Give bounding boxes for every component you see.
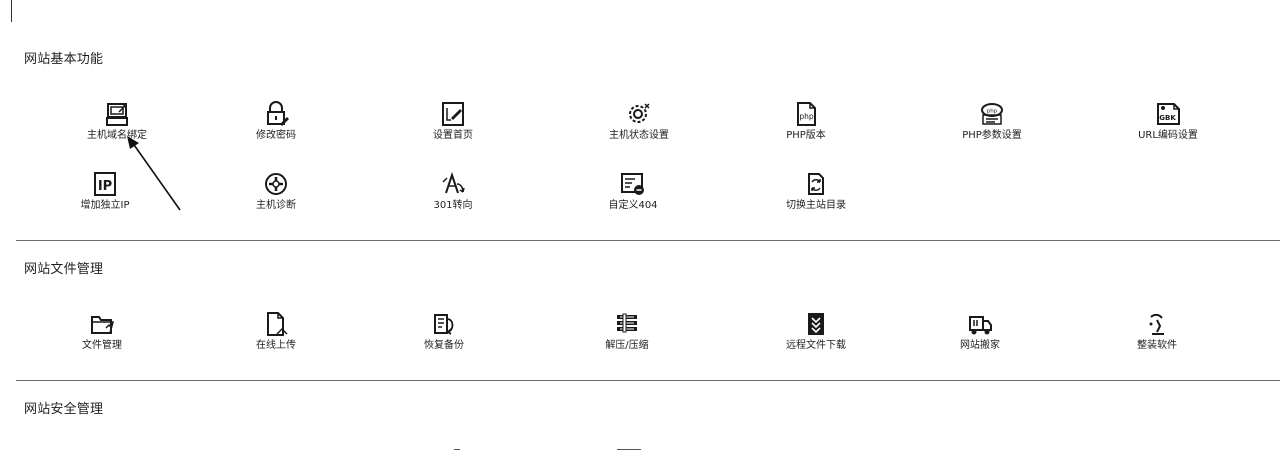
archive-icon	[613, 310, 641, 338]
tile-switch-main-directory[interactable]: 切换主站目录	[761, 170, 871, 216]
php-file-icon: php	[792, 100, 820, 128]
ip-icon: IP	[91, 170, 119, 198]
tile-restore-backup[interactable]: 恢复备份	[389, 310, 499, 356]
svg-text:php: php	[987, 109, 998, 115]
annotation-arrow	[127, 136, 181, 211]
tile-label: 切换主站目录	[786, 200, 846, 211]
software-package-icon	[1143, 310, 1171, 338]
switch-directory-icon	[802, 170, 830, 198]
tile-remote-file-download[interactable]: 远程文件下载	[761, 310, 871, 356]
tile-label: 网站搬家	[960, 340, 1000, 351]
tile-label: PHP参数设置	[962, 130, 1022, 141]
svg-text:php: php	[799, 112, 814, 121]
section-title-basic-functions: 网站基本功能	[24, 52, 104, 67]
tile-label: 自定义404	[608, 200, 658, 211]
tile-file-manager[interactable]: 文件管理	[47, 310, 157, 356]
tile-label: URL编码设置	[1138, 130, 1198, 141]
tile-change-password[interactable]: 修改密码	[221, 100, 331, 146]
tile-extract-compress[interactable]: 解压/压缩	[572, 310, 682, 356]
tile-label: 解压/压缩	[605, 340, 649, 351]
text-cursor	[11, 0, 12, 22]
folder-icon	[88, 310, 116, 338]
tile-set-homepage[interactable]: 设置首页	[398, 100, 508, 146]
tile-label: 恢复备份	[424, 340, 464, 351]
tile-label: 主机诊断	[256, 200, 296, 211]
section-title-file-management: 网站文件管理	[24, 262, 104, 277]
section-title-security-management: 网站安全管理	[24, 402, 104, 417]
tile-label: 文件管理	[82, 340, 122, 351]
redirect-icon	[439, 170, 467, 198]
hosting-control-panel: 网站基本功能 主机域名绑定 修改密码 设置首页 主机状态设置 php PHP版本…	[0, 0, 1280, 451]
host-domain-bind-icon	[103, 100, 131, 128]
tile-host-status-settings[interactable]: 主机状态设置	[584, 100, 694, 146]
tile-php-version[interactable]: php PHP版本	[751, 100, 861, 146]
tile-label: 远程文件下载	[786, 340, 846, 351]
backup-restore-icon	[430, 310, 458, 338]
moving-truck-icon	[966, 310, 994, 338]
upload-file-icon	[262, 310, 290, 338]
svg-text:IP: IP	[98, 179, 112, 194]
tile-label: 301转向	[433, 200, 473, 211]
tile-label: 在线上传	[256, 340, 296, 351]
partial-icon-edge	[454, 449, 460, 450]
tile-custom-404[interactable]: 自定义404	[578, 170, 688, 216]
password-lock-icon	[262, 100, 290, 128]
tile-online-upload[interactable]: 在线上传	[221, 310, 331, 356]
php-parameters-icon: php	[978, 100, 1006, 128]
section-divider	[16, 240, 1280, 241]
tile-301-redirect[interactable]: 301转向	[398, 170, 508, 216]
section-divider	[16, 380, 1280, 381]
homepage-settings-icon	[439, 100, 467, 128]
tile-host-diagnostics[interactable]: 主机诊断	[221, 170, 331, 216]
gear-settings-icon	[625, 100, 653, 128]
tile-php-parameters[interactable]: php PHP参数设置	[937, 100, 1047, 146]
partial-icon-edge	[617, 449, 641, 450]
tile-label: PHP版本	[786, 130, 826, 141]
tile-software-package[interactable]: 整装软件	[1102, 310, 1212, 356]
diagnostics-icon	[262, 170, 290, 198]
tile-label: 整装软件	[1137, 340, 1177, 351]
gbk-encoding-icon: GBK	[1154, 100, 1182, 128]
tile-label: 主机状态设置	[609, 130, 669, 141]
custom-404-icon	[619, 170, 647, 198]
tile-site-migration[interactable]: 网站搬家	[925, 310, 1035, 356]
tile-label: 修改密码	[256, 130, 296, 141]
remote-download-icon	[802, 310, 830, 338]
tile-url-encoding-settings[interactable]: GBK URL编码设置	[1113, 100, 1223, 146]
tile-label: 设置首页	[433, 130, 473, 141]
svg-text:GBK: GBK	[1159, 114, 1176, 122]
